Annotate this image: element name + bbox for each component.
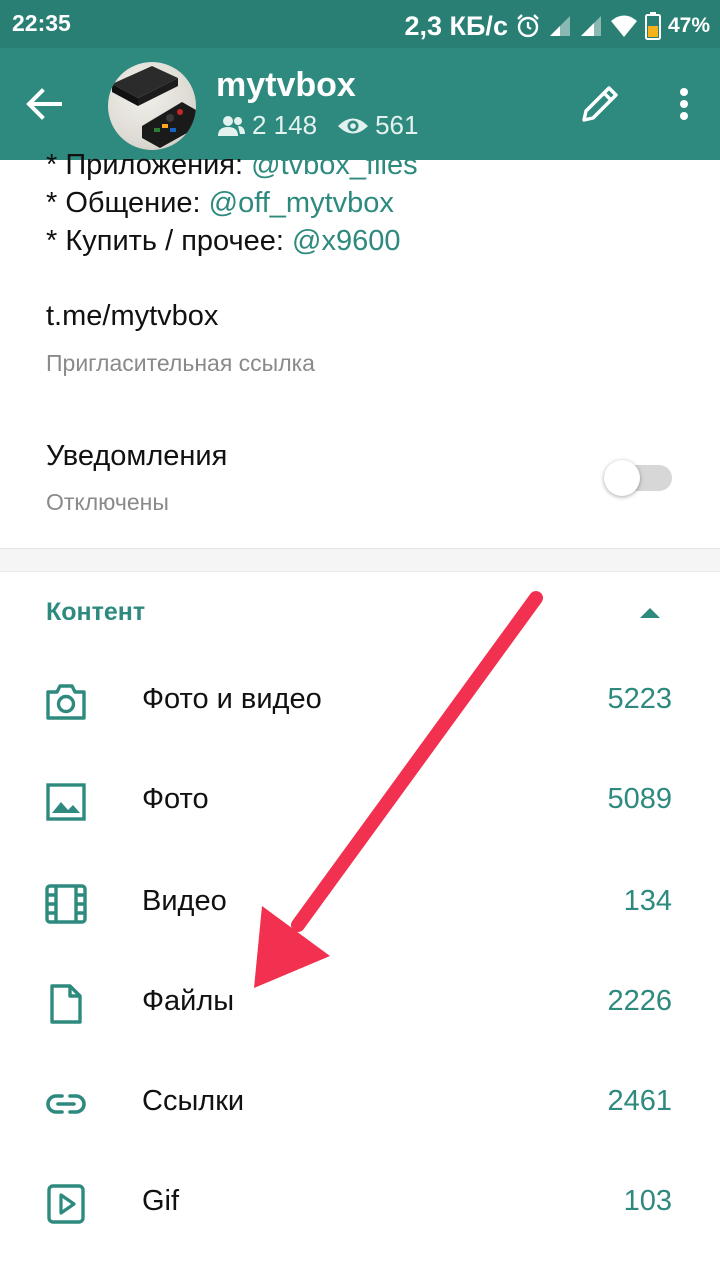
notifications-toggle[interactable] bbox=[604, 460, 672, 496]
back-arrow-icon[interactable] bbox=[20, 80, 68, 128]
wifi-icon bbox=[610, 15, 637, 37]
image-icon bbox=[46, 783, 86, 821]
camera-icon bbox=[46, 684, 86, 720]
description-line: * Приложения: @tvbox_files bbox=[46, 149, 418, 181]
channel-header: mytvbox 2 148 561 bbox=[0, 48, 720, 160]
link-icon bbox=[46, 1094, 86, 1114]
channel-description: * Приложения: @tvbox_files * Общение: @o… bbox=[46, 146, 418, 260]
media-row-photo[interactable]: Фото 5089 bbox=[0, 752, 720, 852]
description-link[interactable]: @off_mytvbox bbox=[209, 187, 394, 219]
tv-box-image bbox=[112, 66, 196, 148]
views-stat: 561 bbox=[337, 110, 418, 141]
description-line: * Общение: @off_mytvbox bbox=[46, 187, 394, 219]
status-icons: 2,3 КБ/с 47% bbox=[405, 6, 710, 46]
network-speed: 2,3 КБ/с bbox=[404, 10, 508, 41]
gif-icon bbox=[47, 1184, 85, 1224]
media-row-count: 103 bbox=[623, 1185, 672, 1217]
media-row-label: Фото bbox=[142, 783, 209, 815]
channel-title[interactable]: mytvbox bbox=[216, 66, 356, 105]
avatar[interactable] bbox=[108, 62, 196, 150]
media-row-files[interactable]: Файлы 2226 bbox=[0, 954, 720, 1054]
alarm-icon bbox=[517, 14, 539, 38]
description-line: * Купить / прочее: @x9600 bbox=[46, 225, 401, 257]
more-vert-icon[interactable] bbox=[664, 80, 704, 128]
notifications-title[interactable]: Уведомления bbox=[46, 440, 227, 473]
media-row-count: 5223 bbox=[607, 683, 672, 715]
media-row-count: 2226 bbox=[607, 985, 672, 1017]
channel-stats: 2 148 561 bbox=[216, 110, 438, 141]
media-row-label: Файлы bbox=[142, 985, 235, 1017]
battery-level: 47% bbox=[667, 14, 710, 37]
people-icon bbox=[218, 115, 245, 136]
media-row-photo-video[interactable]: Фото и видео 5223 bbox=[0, 652, 720, 752]
views-count: 561 bbox=[375, 110, 419, 140]
description-link[interactable]: @tvbox_files bbox=[251, 149, 417, 181]
media-row-count: 5089 bbox=[607, 783, 672, 815]
media-row-label: Gif bbox=[142, 1185, 180, 1217]
film-icon bbox=[45, 884, 87, 924]
eye-icon bbox=[338, 118, 369, 133]
media-row-count: 2461 bbox=[607, 1085, 672, 1117]
status-bar: 22:35 2,3 КБ/с 47% bbox=[0, 0, 720, 48]
invite-link[interactable]: t.me/mytvbox bbox=[46, 300, 218, 333]
media-row-label: Ссылки bbox=[142, 1085, 245, 1117]
status-time: 22:35 bbox=[12, 10, 71, 36]
notifications-status: Отключены bbox=[46, 489, 169, 515]
media-row-label: Фото и видео bbox=[142, 683, 322, 715]
signal-icon bbox=[549, 16, 570, 36]
signal-icon bbox=[580, 16, 601, 36]
battery-icon bbox=[644, 12, 661, 40]
content-section-title: Контент bbox=[46, 598, 146, 626]
media-row-links[interactable]: Ссылки 2461 bbox=[0, 1054, 720, 1154]
toggle-knob bbox=[604, 460, 640, 496]
invite-link-caption: Пригласительная ссылка bbox=[46, 350, 315, 376]
pencil-icon[interactable] bbox=[576, 80, 624, 128]
subscribers-stat: 2 148 bbox=[216, 110, 317, 141]
media-row-count: 134 bbox=[623, 885, 672, 917]
subscribers-count: 2 148 bbox=[252, 110, 318, 140]
section-divider bbox=[0, 548, 720, 572]
media-row-video[interactable]: Видео 134 bbox=[0, 854, 720, 954]
file-icon bbox=[50, 984, 82, 1024]
description-link[interactable]: @x9600 bbox=[292, 225, 400, 257]
collapse-arrow-icon[interactable] bbox=[634, 600, 666, 624]
media-row-label: Видео bbox=[142, 885, 227, 917]
media-row-gif[interactable]: Gif 103 bbox=[0, 1154, 720, 1254]
